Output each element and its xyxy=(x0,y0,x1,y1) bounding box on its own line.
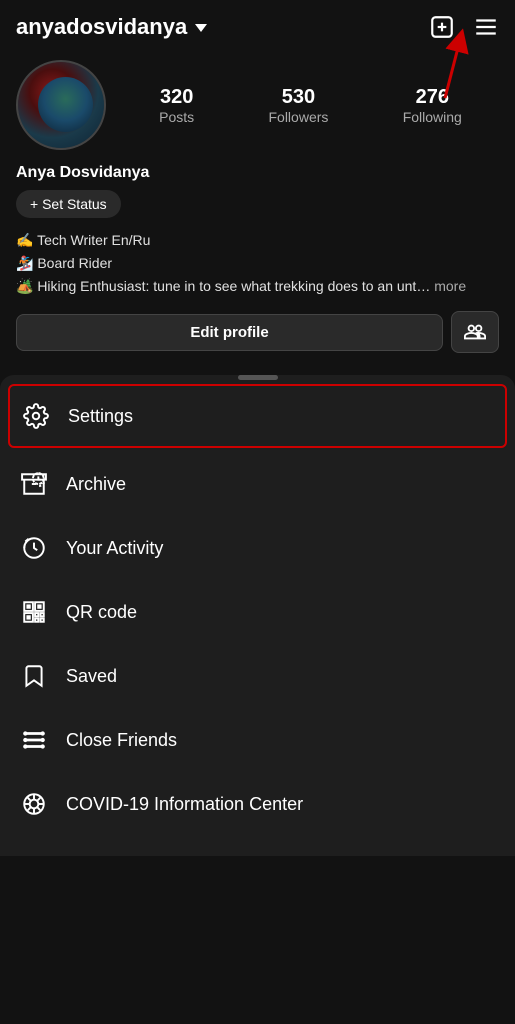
your-activity-label: Your Activity xyxy=(66,538,163,559)
following-count: 276 xyxy=(416,86,449,109)
bio-line-3: 🏕️ Hiking Enthusiast: tune in to see wha… xyxy=(16,276,499,297)
menu-item-saved[interactable]: Saved xyxy=(0,644,515,708)
covid-info-label: COVID-19 Information Center xyxy=(66,794,303,815)
settings-label: Settings xyxy=(68,406,133,427)
close-friends-icon xyxy=(20,726,48,754)
avatar-image xyxy=(18,62,104,148)
bio-section: ✍️ Tech Writer En/Ru 🏂 Board Rider 🏕️ Hi… xyxy=(16,230,499,297)
profile-top: 320 Posts 530 Followers 276 Following xyxy=(16,60,499,150)
menu-item-close-friends[interactable]: Close Friends xyxy=(0,708,515,772)
archive-icon xyxy=(20,470,48,498)
menu-panel: Settings Archive Your Act xyxy=(0,375,515,856)
hamburger-menu-icon xyxy=(473,14,499,40)
gear-icon xyxy=(22,402,50,430)
drag-handle xyxy=(238,375,278,380)
set-status-button[interactable]: + Set Status xyxy=(16,190,121,218)
profile-actions: Edit profile xyxy=(16,311,499,353)
set-status-label: + Set Status xyxy=(30,196,107,212)
followers-count: 530 xyxy=(282,86,315,109)
followers-label: Followers xyxy=(268,109,328,125)
menu-item-archive[interactable]: Archive xyxy=(0,452,515,516)
username-label: anyadosvidanya xyxy=(16,14,187,40)
stat-following[interactable]: 276 Following xyxy=(403,86,462,125)
activity-icon xyxy=(20,534,48,562)
add-square-icon xyxy=(429,14,455,40)
archive-label: Archive xyxy=(66,474,126,495)
profile-section: 320 Posts 530 Followers 276 Following An… xyxy=(0,50,515,365)
posts-label: Posts xyxy=(159,109,194,125)
bio-more-link[interactable]: more xyxy=(434,278,466,294)
qr-code-label: QR code xyxy=(66,602,137,623)
menu-item-your-activity[interactable]: Your Activity xyxy=(0,516,515,580)
header-icons-area xyxy=(429,14,499,40)
display-name: Anya Dosvidanya xyxy=(16,164,499,182)
stats-container: 320 Posts 530 Followers 276 Following xyxy=(122,86,499,125)
bio-line-1: ✍️ Tech Writer En/Ru xyxy=(16,230,499,251)
stat-posts[interactable]: 320 Posts xyxy=(159,86,194,125)
menu-item-qr-code[interactable]: QR code xyxy=(0,580,515,644)
add-person-button[interactable] xyxy=(451,311,499,353)
add-post-button[interactable] xyxy=(429,14,455,40)
add-person-icon xyxy=(464,321,486,343)
menu-item-settings[interactable]: Settings xyxy=(8,384,507,448)
posts-count: 320 xyxy=(160,86,193,109)
header-username-area[interactable]: anyadosvidanya xyxy=(16,14,207,40)
edit-profile-button[interactable]: Edit profile xyxy=(16,314,443,351)
close-friends-label: Close Friends xyxy=(66,730,177,751)
covid-icon xyxy=(20,790,48,818)
following-label: Following xyxy=(403,109,462,125)
menu-button[interactable] xyxy=(473,14,499,40)
bio-line-2: 🏂 Board Rider xyxy=(16,253,499,274)
app-header: anyadosvidanya xyxy=(0,0,515,50)
qr-icon xyxy=(20,598,48,626)
saved-label: Saved xyxy=(66,666,117,687)
chevron-down-icon xyxy=(195,24,207,32)
avatar[interactable] xyxy=(16,60,106,150)
menu-item-covid-info[interactable]: COVID-19 Information Center xyxy=(0,772,515,836)
stat-followers[interactable]: 530 Followers xyxy=(268,86,328,125)
bookmark-icon xyxy=(20,662,48,690)
